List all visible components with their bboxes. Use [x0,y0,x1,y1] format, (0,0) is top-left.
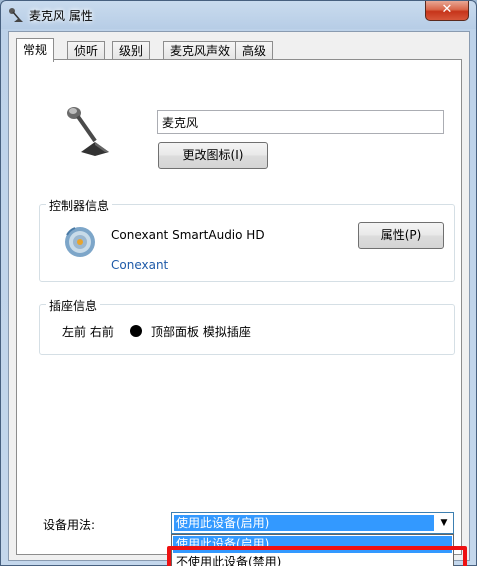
device-usage-select[interactable]: 使用此设备(启用) ▼ [171,512,454,534]
speaker-icon [65,227,95,257]
jack-position: 左前 右前 [62,325,114,339]
tab-general[interactable]: 常规 [16,38,55,62]
tab-listen[interactable]: 侦听 [67,41,106,61]
highlight-annotation-box [167,546,467,566]
microphone-icon [67,107,109,156]
properties-window: 麦克风 属性 ✕ 常规 侦听 级别 麦克风声效 高级 麦克风 更改图标(I) 控… [0,0,477,566]
window-title: 麦克风 属性 [29,9,93,23]
tab-advanced[interactable]: 高级 [235,41,274,61]
properties-button[interactable]: 属性(P) [358,222,444,249]
jack-description: 顶部面板 模拟插座 [151,325,251,339]
device-usage-selected-value: 使用此设备(启用) [174,515,434,531]
jack-color-dot [130,325,142,337]
close-button[interactable]: ✕ [425,1,469,21]
controller-info-title: 控制器信息 [46,197,113,214]
change-icon-button[interactable]: 更改图标(I) [158,142,268,169]
controller-name: Conexant SmartAudio HD [111,228,265,242]
controller-info-group: 控制器信息 Conexant SmartAudio HD Conexant 属性… [39,197,455,282]
device-usage-label: 设备用法: [43,518,96,532]
jack-info-title: 插座信息 [46,297,101,314]
controller-vendor-link[interactable]: Conexant [111,258,168,272]
chevron-down-icon[interactable]: ▼ [435,513,453,533]
tab-mic-effects[interactable]: 麦克风声效 [163,41,238,61]
jack-info-group: 插座信息 左前 右前 顶部面板 模拟插座 [39,297,455,355]
title-bar[interactable]: 麦克风 属性 ✕ [1,1,476,29]
tab-levels[interactable]: 级别 [112,41,151,61]
device-name-input[interactable]: 麦克风 [157,110,444,134]
client-area: 常规 侦听 级别 麦克风声效 高级 麦克风 更改图标(I) 控制器信息 Cone… [8,31,470,566]
general-tab-panel: 麦克风 更改图标(I) 控制器信息 Conexant SmartAudio HD… [16,59,467,566]
microphone-icon [9,8,23,22]
